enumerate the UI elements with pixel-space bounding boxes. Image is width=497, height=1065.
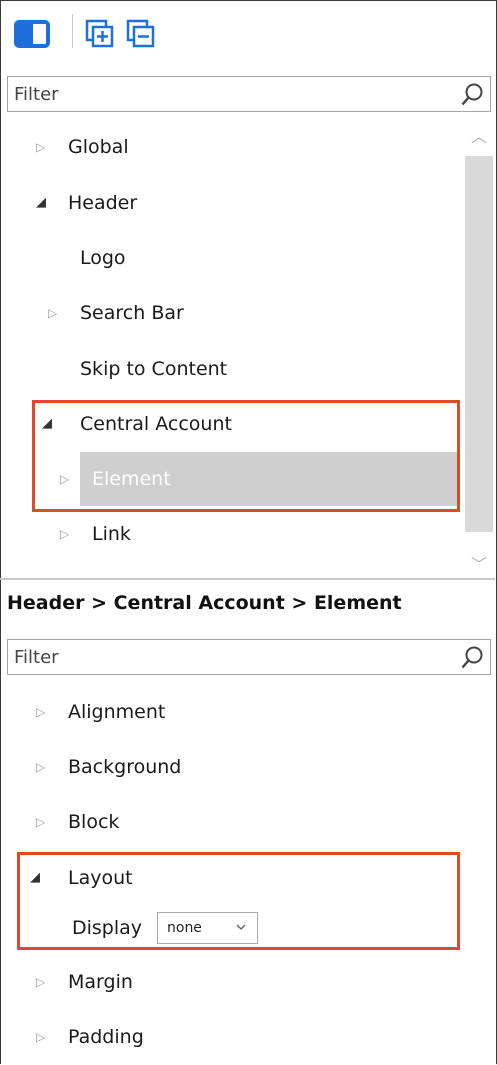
expand-all-icon[interactable]: [84, 18, 116, 54]
toolbar-separator: [72, 14, 73, 48]
tree-scrollbar[interactable]: ︿ ﹀: [464, 118, 494, 578]
expand-arrow-icon[interactable]: ▷: [36, 802, 45, 842]
tree-item-search-bar[interactable]: Search Bar: [80, 293, 184, 333]
expand-arrow-icon[interactable]: ▷: [48, 293, 57, 333]
search-icon[interactable]: [460, 645, 486, 675]
expand-arrow-icon[interactable]: ▷: [36, 1017, 45, 1057]
expand-arrow-icon[interactable]: ▷: [36, 747, 45, 787]
collapse-arrow-icon[interactable]: ◢: [36, 183, 46, 223]
collapse-all-icon[interactable]: [125, 18, 157, 54]
toolbar: [0, 0, 495, 60]
tree-item-header[interactable]: Header: [68, 183, 137, 223]
expand-arrow-icon[interactable]: ▷: [36, 962, 45, 1002]
expand-arrow-icon[interactable]: ▷: [36, 127, 45, 167]
scroll-thumb[interactable]: [465, 156, 493, 532]
panel-divider[interactable]: [0, 578, 495, 580]
tree-filter-input[interactable]: [8, 77, 454, 111]
property-group-alignment[interactable]: Alignment: [68, 692, 165, 732]
scroll-up-icon[interactable]: ︿: [464, 122, 494, 152]
expand-arrow-icon[interactable]: ▷: [36, 692, 45, 732]
tree-item-skip-to-content[interactable]: Skip to Content: [80, 349, 227, 389]
property-group-block[interactable]: Block: [68, 802, 119, 842]
toggle-panel-icon[interactable]: [14, 20, 50, 52]
annotation-highlight-box: [17, 852, 460, 950]
property-group-padding[interactable]: Padding: [68, 1017, 144, 1057]
tree-item-link[interactable]: Link: [92, 514, 131, 554]
properties-filter: [7, 639, 491, 675]
expand-arrow-icon[interactable]: ▷: [60, 514, 69, 554]
search-icon[interactable]: [460, 82, 486, 112]
property-group-background[interactable]: Background: [68, 747, 181, 787]
scroll-down-icon[interactable]: ﹀: [464, 550, 494, 580]
tree-filter: [7, 76, 491, 112]
properties-filter-input[interactable]: [8, 640, 454, 674]
breadcrumb: Header > Central Account > Element: [7, 592, 402, 614]
property-group-margin[interactable]: Margin: [68, 962, 133, 1002]
tree-item-logo[interactable]: Logo: [80, 238, 126, 278]
annotation-highlight-box: [32, 400, 460, 512]
tree-item-global[interactable]: Global: [68, 127, 129, 167]
